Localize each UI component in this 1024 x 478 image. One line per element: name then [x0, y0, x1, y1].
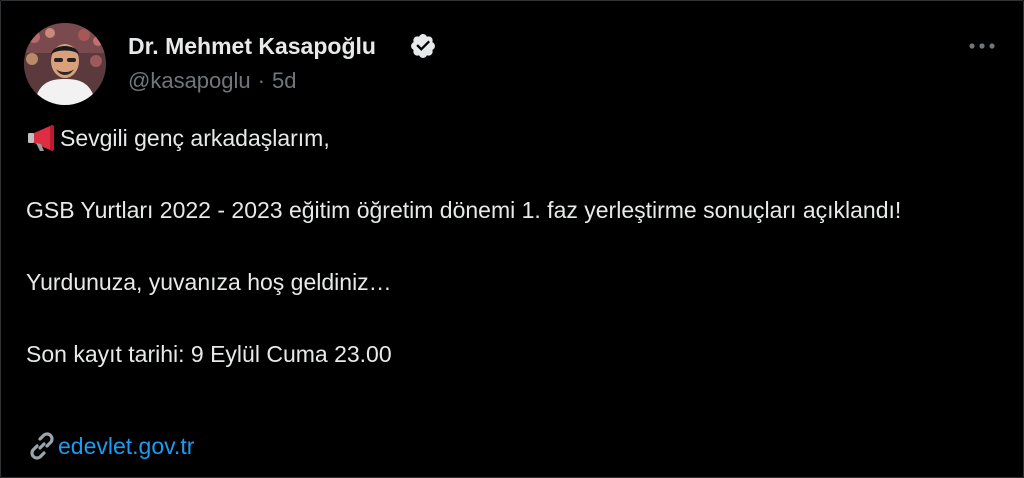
author-handle[interactable]: @kasapoglu: [128, 67, 251, 95]
tweet-link[interactable]: edevlet.gov.tr: [26, 428, 194, 464]
tweet-timestamp[interactable]: 5d: [272, 67, 296, 95]
avatar-photo: [24, 23, 106, 105]
link-icon: [30, 432, 54, 460]
megaphone-icon: [28, 125, 54, 151]
tweet-line-2: GSB Yurtları 2022 - 2023 eğitim öğretim …: [26, 197, 902, 223]
display-name[interactable]: Dr. Mehmet Kasapoğlu: [128, 32, 376, 60]
verified-badge-icon: [411, 34, 435, 58]
tweet-text: Sevgili genç arkadaşlarım, GSB Yurtları …: [26, 120, 986, 372]
link-text[interactable]: edevlet.gov.tr: [58, 428, 194, 464]
tweet-line-1: Sevgili genç arkadaşlarım,: [60, 125, 330, 151]
tweet-line-greeting: Sevgili genç arkadaşlarım,: [26, 120, 986, 156]
more-options-icon[interactable]: [962, 30, 1002, 60]
separator-dot: ·: [257, 68, 265, 93]
tweet-line-4: Son kayıt tarihi: 9 Eylül Cuma 23.00: [26, 341, 392, 367]
avatar[interactable]: [24, 23, 106, 105]
handle-row: @kasapoglu · 5d: [128, 67, 296, 95]
tweet-line-3: Yurdunuza, yuvanıza hoş geldiniz…: [26, 269, 392, 295]
